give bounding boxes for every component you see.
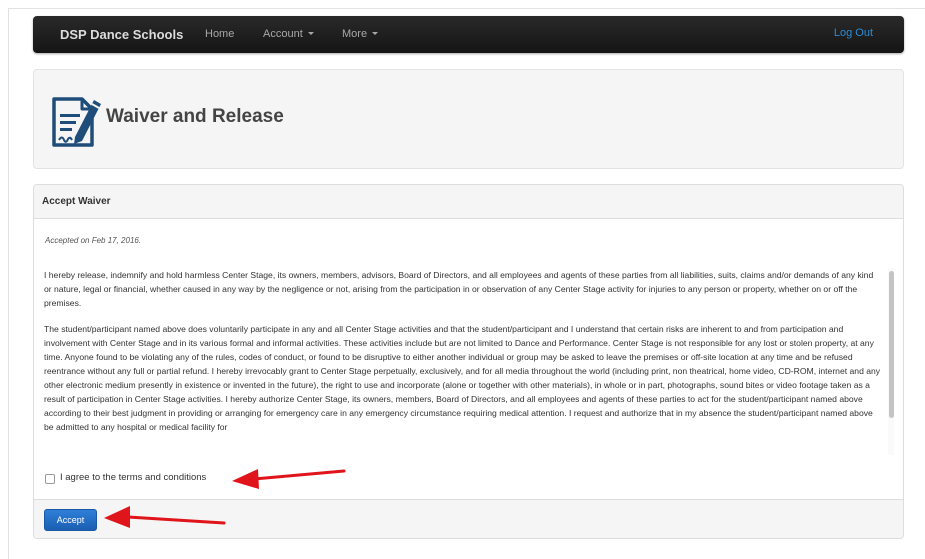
terms-text: I hereby release, indemnify and hold har…: [44, 268, 882, 434]
page-border-left: [8, 8, 9, 559]
page-border-top: [8, 8, 925, 9]
nav-account-label: Account: [263, 28, 303, 40]
terms-paragraph: The student/participant named above does…: [44, 324, 881, 432]
agree-terms-label[interactable]: I agree to the terms and conditions: [60, 472, 206, 483]
annotation-arrow-icon: [104, 506, 226, 528]
scrollbar-thumb[interactable]: [889, 271, 894, 418]
nav-more-dropdown[interactable]: More: [342, 28, 379, 40]
accept-waiver-panel: Accept Waiver Accepted on Feb 17, 2016. …: [33, 184, 904, 539]
nav-more-label: More: [342, 28, 368, 40]
terms-paragraph: I hereby release, indemnify and hold har…: [44, 270, 874, 308]
accepted-date-text: Accepted on Feb 17, 2016.: [45, 236, 142, 245]
logout-link[interactable]: Log Out: [834, 27, 873, 39]
agree-terms-checkbox[interactable]: [45, 474, 55, 484]
panel-heading: Accept Waiver: [34, 185, 903, 219]
caret-down-icon: [372, 32, 379, 35]
nav-home-link[interactable]: Home: [205, 28, 234, 40]
scrollbar-track[interactable]: [888, 268, 894, 455]
terms-scroll-area[interactable]: I hereby release, indemnify and hold har…: [44, 268, 894, 455]
accept-button[interactable]: Accept: [44, 509, 97, 531]
top-navbar: DSP Dance Schools Home Account More Log …: [33, 16, 904, 53]
page-title: Waiver and Release: [106, 106, 284, 127]
caret-down-icon: [307, 32, 314, 35]
annotation-arrow-icon: [232, 469, 346, 489]
brand-link[interactable]: DSP Dance Schools: [60, 27, 183, 42]
document-signature-icon: [52, 97, 101, 147]
page-header-panel: Waiver and Release: [33, 69, 904, 169]
panel-heading-title: Accept Waiver: [42, 196, 111, 207]
nav-account-dropdown[interactable]: Account: [263, 28, 314, 40]
